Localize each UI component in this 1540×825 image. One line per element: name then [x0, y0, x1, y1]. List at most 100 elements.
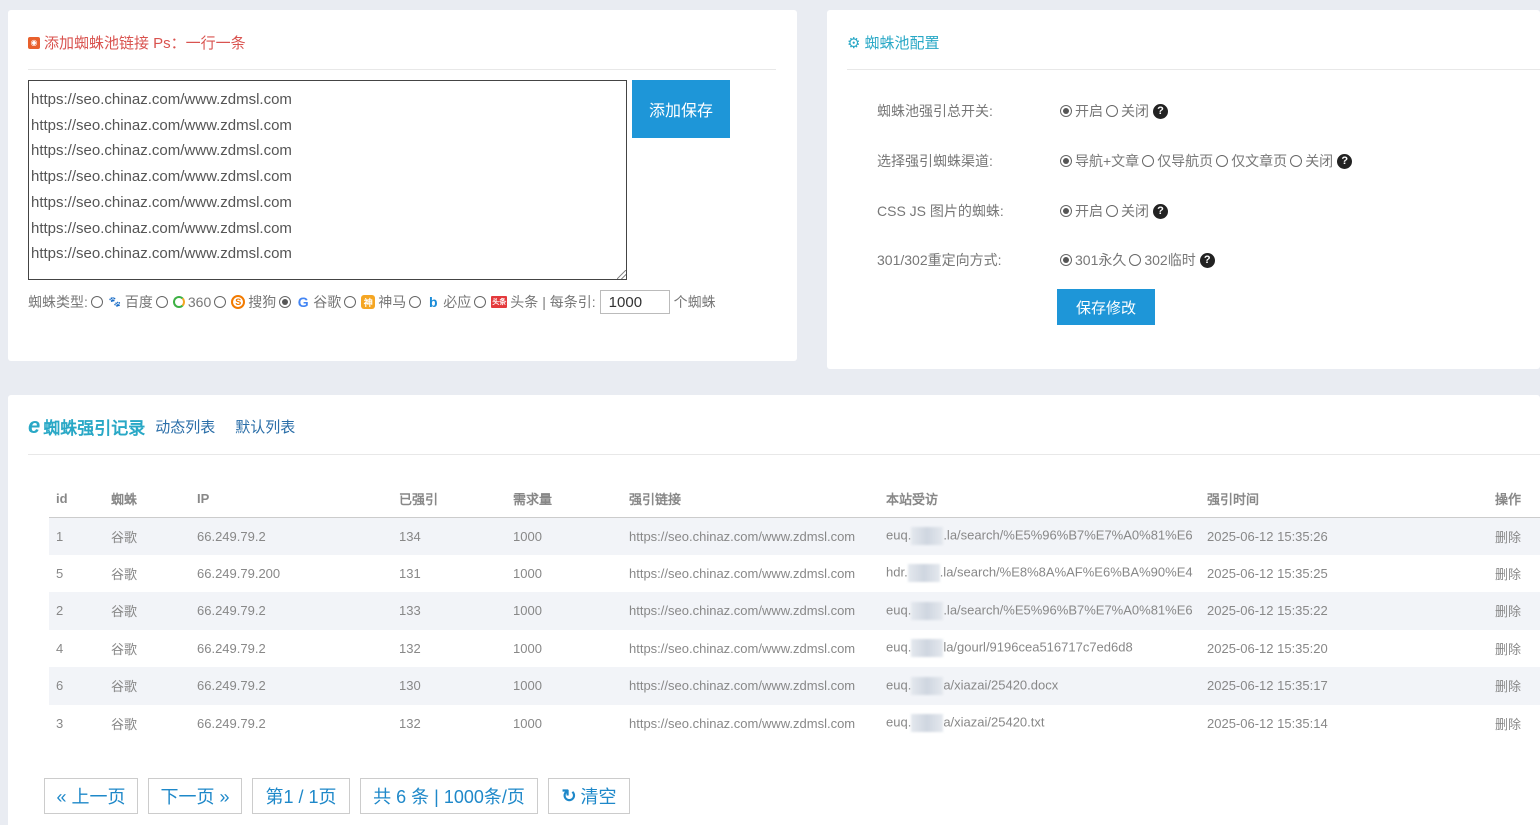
- radio-master-on[interactable]: [1060, 105, 1072, 117]
- cell-visit: euq. la/gourl/9196cea516717c7ed6d8: [879, 630, 1200, 668]
- config-save-button[interactable]: 保存修改: [1057, 289, 1155, 325]
- cell-id: 6: [56, 678, 64, 694]
- spider-label-bing: 必应: [443, 294, 472, 310]
- radio-redirect-302[interactable]: [1129, 254, 1142, 266]
- per-count-input[interactable]: [599, 290, 670, 314]
- spider-radio-google[interactable]: [279, 296, 292, 308]
- config-label: CSS JS 图片的蜘蛛:: [877, 203, 1004, 219]
- radio-redirect-301[interactable]: [1060, 254, 1072, 266]
- column-header: 强引时间: [1200, 480, 1488, 518]
- sogou-icon: S: [231, 295, 246, 309]
- cell-done: 133: [399, 603, 421, 619]
- option-label: 关闭: [1121, 203, 1149, 219]
- table-row: 4 谷歌 66.249.79.2 132 1000 https://seo.chinaz.…: [49, 630, 1540, 668]
- cell-ip: 66.249.79.2: [197, 715, 266, 731]
- radio-static-off[interactable]: [1106, 205, 1118, 217]
- cell-id: 3: [56, 715, 64, 731]
- option-label: 301永久: [1075, 252, 1127, 268]
- cell-link[interactable]: https://seo.chinaz.com/www.zdmsl.com: [622, 517, 879, 555]
- cell-done: 130: [399, 678, 421, 694]
- rss-icon: ◉: [28, 36, 40, 49]
- spider-radio-shenma[interactable]: [344, 296, 357, 308]
- help-icon[interactable]: ?: [1153, 203, 1168, 219]
- spider-radio-toutiao[interactable]: [474, 296, 487, 308]
- help-icon[interactable]: ?: [1153, 103, 1168, 119]
- refresh-icon: ↻: [561, 785, 577, 806]
- config-row-channel: 选择强引蜘蛛渠道: 导航+文章 仅导航页 仅文章页 关闭 ?: [877, 151, 1353, 171]
- column-header: 蜘蛛: [104, 480, 190, 518]
- config-title-text: 蜘蛛池配置: [864, 35, 940, 52]
- cell-time: 2025-06-12 15:35:17: [1207, 678, 1328, 694]
- cell-link[interactable]: https://seo.chinaz.com/www.zdmsl.com: [622, 630, 879, 668]
- redacted-mask: [911, 676, 944, 695]
- cell-visit: hdr. .la/search/%E8%8A%AF%E6%BA%90%E4: [879, 555, 1200, 593]
- help-icon[interactable]: ?: [1337, 153, 1353, 169]
- cell-time: 2025-06-12 15:35:26: [1207, 528, 1328, 544]
- visit-url-suffix: a/xiazai/25420.docx: [943, 677, 1059, 693]
- prev-page-button[interactable]: « 上一页: [44, 778, 138, 814]
- cell-spider: 谷歌: [111, 566, 138, 582]
- spider-label-sogou: 搜狗: [248, 294, 277, 310]
- column-header: 本站受访: [879, 480, 1200, 518]
- column-header: 需求量: [506, 480, 622, 518]
- add-links-title-text: 添加蜘蛛池链接 Ps：一行一条: [44, 35, 246, 52]
- cell-visit: euq. .la/search/%E5%96%B7%E7%A0%81%E6: [879, 592, 1200, 630]
- radio-channel-nav-only[interactable]: [1142, 155, 1155, 167]
- cell-id: 5: [56, 565, 64, 581]
- cell-done: 131: [399, 565, 421, 581]
- records-table: id 蜘蛛 IP 已强引 需求量 强引链接 本站受访 强引时间 操作 1 谷歌 66…: [49, 480, 1540, 742]
- delete-link[interactable]: 删除: [1488, 667, 1540, 705]
- links-textarea[interactable]: [28, 80, 627, 280]
- radio-channel-nav-article[interactable]: [1060, 155, 1072, 167]
- radio-master-off[interactable]: [1106, 105, 1118, 117]
- add-save-button[interactable]: 添加保存: [632, 80, 730, 138]
- option-label: 导航+文章: [1075, 153, 1140, 169]
- visit-url-suffix: a/xiazai/25420.txt: [943, 714, 1045, 730]
- spider-label-google: 谷歌: [313, 294, 342, 310]
- cell-spider: 谷歌: [111, 679, 138, 695]
- column-header: 已强引: [392, 480, 506, 518]
- cell-link[interactable]: https://seo.chinaz.com/www.zdmsl.com: [622, 555, 879, 593]
- tab-dynamic-list[interactable]: 动态列表: [155, 416, 215, 437]
- next-page-button[interactable]: 下一页 »: [148, 778, 242, 814]
- cell-link[interactable]: https://seo.chinaz.com/www.zdmsl.com: [622, 705, 879, 743]
- cell-link[interactable]: https://seo.chinaz.com/www.zdmsl.com: [622, 667, 879, 705]
- delete-link[interactable]: 删除: [1488, 555, 1540, 593]
- cell-ip: 66.249.79.2: [197, 528, 266, 544]
- radio-channel-off[interactable]: [1290, 155, 1303, 167]
- delete-link[interactable]: 删除: [1488, 630, 1540, 668]
- delete-link[interactable]: 删除: [1488, 517, 1540, 555]
- radio-static-on[interactable]: [1060, 205, 1072, 217]
- cell-link[interactable]: https://seo.chinaz.com/www.zdmsl.com: [622, 592, 879, 630]
- delete-link[interactable]: 删除: [1488, 705, 1540, 743]
- visit-url-suffix: .la/search/%E8%8A%AF%E6%BA%90%E4: [939, 564, 1193, 580]
- cell-id: 4: [56, 640, 64, 656]
- textarea-resize-handle[interactable]: [617, 270, 626, 279]
- radio-channel-article-only[interactable]: [1216, 155, 1229, 167]
- gears-icon: ⚙: [847, 34, 861, 52]
- divider: [847, 69, 1540, 70]
- option-label: 302临时: [1144, 252, 1196, 268]
- cell-need: 1000: [513, 528, 542, 544]
- spider-radio-360[interactable]: [155, 296, 168, 308]
- spider-radio-baidu[interactable]: [90, 296, 103, 308]
- clear-button[interactable]: ↻ 清空: [548, 778, 630, 814]
- tab-default-list[interactable]: 默认列表: [235, 416, 295, 437]
- cell-time: 2025-06-12 15:35:20: [1207, 640, 1328, 656]
- cell-id: 1: [56, 528, 64, 544]
- cell-need: 1000: [513, 565, 542, 581]
- total-count-indicator: 共 6 条 | 1000条/页: [360, 778, 538, 814]
- cell-time: 2025-06-12 15:35:14: [1207, 715, 1328, 731]
- clear-button-label: 清空: [580, 787, 617, 807]
- spider-radio-bing[interactable]: [409, 296, 422, 308]
- visit-url-prefix: euq.: [886, 714, 912, 730]
- per-count-label: | 每条引:: [542, 294, 596, 310]
- cell-need: 1000: [513, 715, 542, 731]
- help-icon[interactable]: ?: [1199, 252, 1215, 268]
- table-row: 6 谷歌 66.249.79.2 130 1000 https://seo.chinaz.…: [49, 667, 1540, 705]
- baidu-icon: 🐾: [108, 296, 122, 308]
- delete-link[interactable]: 删除: [1488, 592, 1540, 630]
- spider-radio-sogou[interactable]: [214, 296, 227, 308]
- spider-type-row: 蜘蛛类型: 🐾 百度 360 S 搜狗 G 谷歌 神 神马 b 必应 头条 头条…: [28, 290, 716, 314]
- visit-url-prefix: euq.: [886, 602, 912, 618]
